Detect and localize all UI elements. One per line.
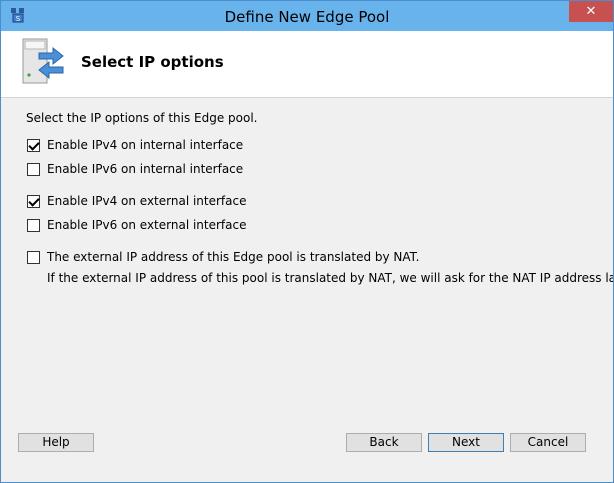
options-panel: Select the IP options of this Edge pool.… xyxy=(1,98,613,438)
ipv6-internal-checkbox[interactable] xyxy=(27,163,40,176)
help-button[interactable]: Help xyxy=(18,433,94,452)
button-bar: Help Back Next Cancel xyxy=(1,433,613,482)
ipv6-external-checkbox[interactable] xyxy=(27,219,40,232)
ipv4-external-checkbox[interactable] xyxy=(27,195,40,208)
ipv6-external-label: Enable IPv6 on external interface xyxy=(47,218,247,232)
title-bar[interactable]: S Define New Edge Pool ✕ xyxy=(1,1,613,31)
nat-label: The external IP address of this Edge poo… xyxy=(47,250,420,264)
next-button[interactable]: Next xyxy=(428,433,504,452)
nat-checkbox[interactable] xyxy=(27,251,40,264)
close-icon: ✕ xyxy=(585,4,597,19)
window-title: Define New Edge Pool xyxy=(224,8,390,26)
dialog-window: S Define New Edge Pool ✕ Select IP optio… xyxy=(0,0,614,483)
ipv4-internal-checkbox[interactable] xyxy=(27,139,40,152)
server-arrows-icon xyxy=(19,37,67,89)
ipv4-internal-label: Enable IPv4 on internal interface xyxy=(47,138,244,152)
nat-note: If the external IP address of this pool … xyxy=(47,271,614,285)
wizard-header: Select IP options xyxy=(1,31,613,98)
page-title: Select IP options xyxy=(81,53,224,71)
ipv6-internal-label: Enable IPv6 on internal interface xyxy=(47,162,244,176)
intro-text: Select the IP options of this Edge pool. xyxy=(26,111,258,125)
back-button[interactable]: Back xyxy=(346,433,422,452)
close-button[interactable]: ✕ xyxy=(569,1,613,22)
ipv4-external-label: Enable IPv4 on external interface xyxy=(47,194,247,208)
cancel-button[interactable]: Cancel xyxy=(510,433,586,452)
